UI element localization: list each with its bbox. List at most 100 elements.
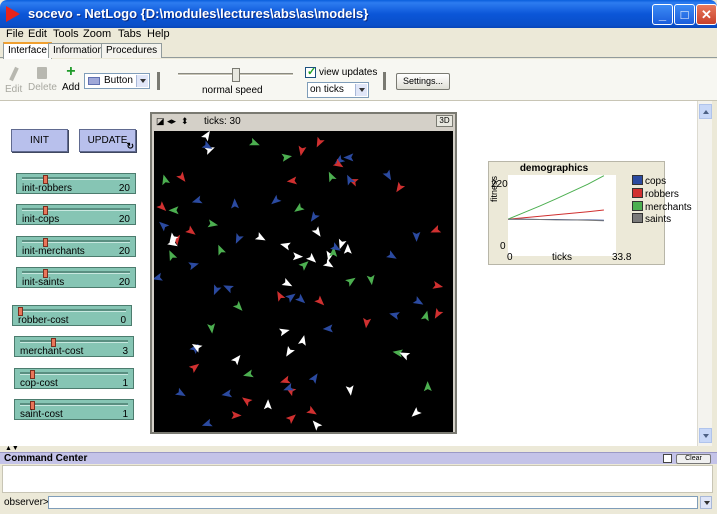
resize-icon[interactable]: ◪ xyxy=(156,117,165,126)
command-center-title: Command Center xyxy=(4,453,88,464)
update-mode-select[interactable]: on ticks xyxy=(307,82,369,98)
turtle-agent xyxy=(382,169,392,181)
turtle-agent xyxy=(232,300,243,311)
slider-init-cops[interactable]: init-cops 20 xyxy=(16,204,136,225)
tab-information[interactable]: Information xyxy=(48,43,109,58)
turtle-agent xyxy=(423,381,432,392)
settings-button[interactable]: Settings... xyxy=(396,73,450,90)
slider-track[interactable] xyxy=(20,403,128,406)
slider-track[interactable] xyxy=(20,372,128,375)
plot-area xyxy=(507,175,616,256)
turtle-agent xyxy=(434,308,444,319)
slider-init-merchants[interactable]: init-merchants 20 xyxy=(16,236,136,257)
menu-edit[interactable]: Edit xyxy=(28,28,47,40)
turtle-agent xyxy=(162,174,170,186)
chevron-down-icon[interactable] xyxy=(700,496,712,509)
widget-type-value: Button xyxy=(104,75,133,86)
turtle-agent xyxy=(396,181,406,193)
toolbar-separator xyxy=(157,72,160,90)
slider-saint-cost[interactable]: saint-cost 1 xyxy=(14,399,134,420)
horizontal-arrows-icon[interactable]: ◂▸ xyxy=(167,117,176,126)
command-input[interactable] xyxy=(48,496,698,509)
turtle-agent xyxy=(231,198,239,209)
pencil-icon xyxy=(8,66,19,82)
slider-init-robbers[interactable]: init-robbers 20 xyxy=(16,173,136,194)
maximize-icon[interactable] xyxy=(663,454,672,463)
turtle-agent xyxy=(420,310,429,322)
tab-interface[interactable]: Interface xyxy=(3,42,52,59)
turtle-agent xyxy=(159,221,170,232)
turtle-agent xyxy=(285,414,296,424)
turtle-agent xyxy=(292,252,304,261)
turtle-agent xyxy=(154,272,163,281)
interface-scrollbar[interactable] xyxy=(697,101,712,446)
legend-swatch xyxy=(632,201,643,211)
turtle-agent xyxy=(207,219,219,228)
turtle-agent xyxy=(254,232,266,241)
turtle-agent xyxy=(366,274,375,286)
view-updates-checkbox[interactable] xyxy=(305,65,316,78)
slider-track[interactable] xyxy=(22,208,130,211)
menu-tools[interactable]: Tools xyxy=(53,28,79,40)
turtle-agent xyxy=(188,363,200,373)
slider-value: 20 xyxy=(118,214,130,225)
edit-tool[interactable]: Edit xyxy=(5,66,22,95)
scroll-down-icon[interactable] xyxy=(699,428,712,443)
vertical-arrows-icon[interactable]: ⬍ xyxy=(181,117,189,126)
update-button[interactable]: UPDATE ↻ xyxy=(79,129,136,152)
slider-merchant-cost[interactable]: merchant-cost 3 xyxy=(14,336,134,357)
menu-tabs[interactable]: Tabs xyxy=(118,28,141,40)
turtle-agent xyxy=(386,250,397,259)
menu-help[interactable]: Help xyxy=(147,28,170,40)
menu-file[interactable]: File xyxy=(6,28,24,40)
slider-name: init-merchants xyxy=(22,246,85,257)
minimize-button[interactable]: _ xyxy=(652,4,673,25)
tab-procedures[interactable]: Procedures xyxy=(101,43,163,58)
init-button-label: INIT xyxy=(30,135,49,146)
init-button[interactable]: INIT xyxy=(11,129,68,152)
world-canvas[interactable] xyxy=(154,131,453,432)
scroll-up-icon[interactable] xyxy=(699,104,712,119)
turtle-agent xyxy=(201,418,213,427)
plot-title: demographics xyxy=(519,163,589,174)
delete-tool[interactable]: Delete xyxy=(28,67,57,93)
slider-cop-cost[interactable]: cop-cost 1 xyxy=(14,368,134,389)
turtle-agent xyxy=(412,296,424,305)
series-line-merchants xyxy=(507,175,605,220)
3d-view-button[interactable]: 3D xyxy=(436,115,453,127)
slider-track[interactable] xyxy=(18,309,126,312)
legend-swatch xyxy=(632,175,643,185)
forever-icon: ↻ xyxy=(126,141,134,151)
slider-robber-cost[interactable]: robber-cost 0 xyxy=(12,305,132,326)
slider-track[interactable] xyxy=(22,240,130,243)
command-input-row: observer> xyxy=(0,494,717,514)
add-tool[interactable]: + Add xyxy=(62,64,80,94)
legend-label: saints xyxy=(645,214,672,225)
trash-icon xyxy=(37,67,48,79)
plot-lines xyxy=(507,175,605,222)
agent-prompt[interactable]: observer> xyxy=(4,497,49,508)
turtle-agent xyxy=(316,136,325,148)
slider-name: init-cops xyxy=(22,214,60,225)
turtle-agent xyxy=(322,324,333,333)
slider-track[interactable] xyxy=(22,271,130,274)
maximize-button[interactable]: □ xyxy=(674,4,695,25)
turtle-agent xyxy=(235,233,244,244)
legend-label: robbers xyxy=(645,189,679,200)
speed-label: normal speed xyxy=(202,85,263,96)
turtle-agent xyxy=(338,238,347,250)
turtle-agent xyxy=(280,242,291,251)
turtle-agent xyxy=(156,201,167,211)
speed-slider-thumb[interactable] xyxy=(232,68,240,82)
close-button[interactable]: ✕ xyxy=(696,4,717,25)
widget-type-select[interactable]: Button xyxy=(84,73,150,89)
splitter-arrows-icon: ▲▼ xyxy=(5,445,19,452)
turtle-agent xyxy=(298,335,306,346)
slider-track[interactable] xyxy=(22,177,130,180)
update-button-label: UPDATE xyxy=(87,135,128,146)
slider-init-saints[interactable]: init-saints 20 xyxy=(16,267,136,288)
turtle-agent xyxy=(263,399,272,410)
clear-button[interactable]: Clear xyxy=(676,454,711,464)
menu-zoom[interactable]: Zoom xyxy=(83,28,111,40)
slider-track[interactable] xyxy=(20,340,128,343)
